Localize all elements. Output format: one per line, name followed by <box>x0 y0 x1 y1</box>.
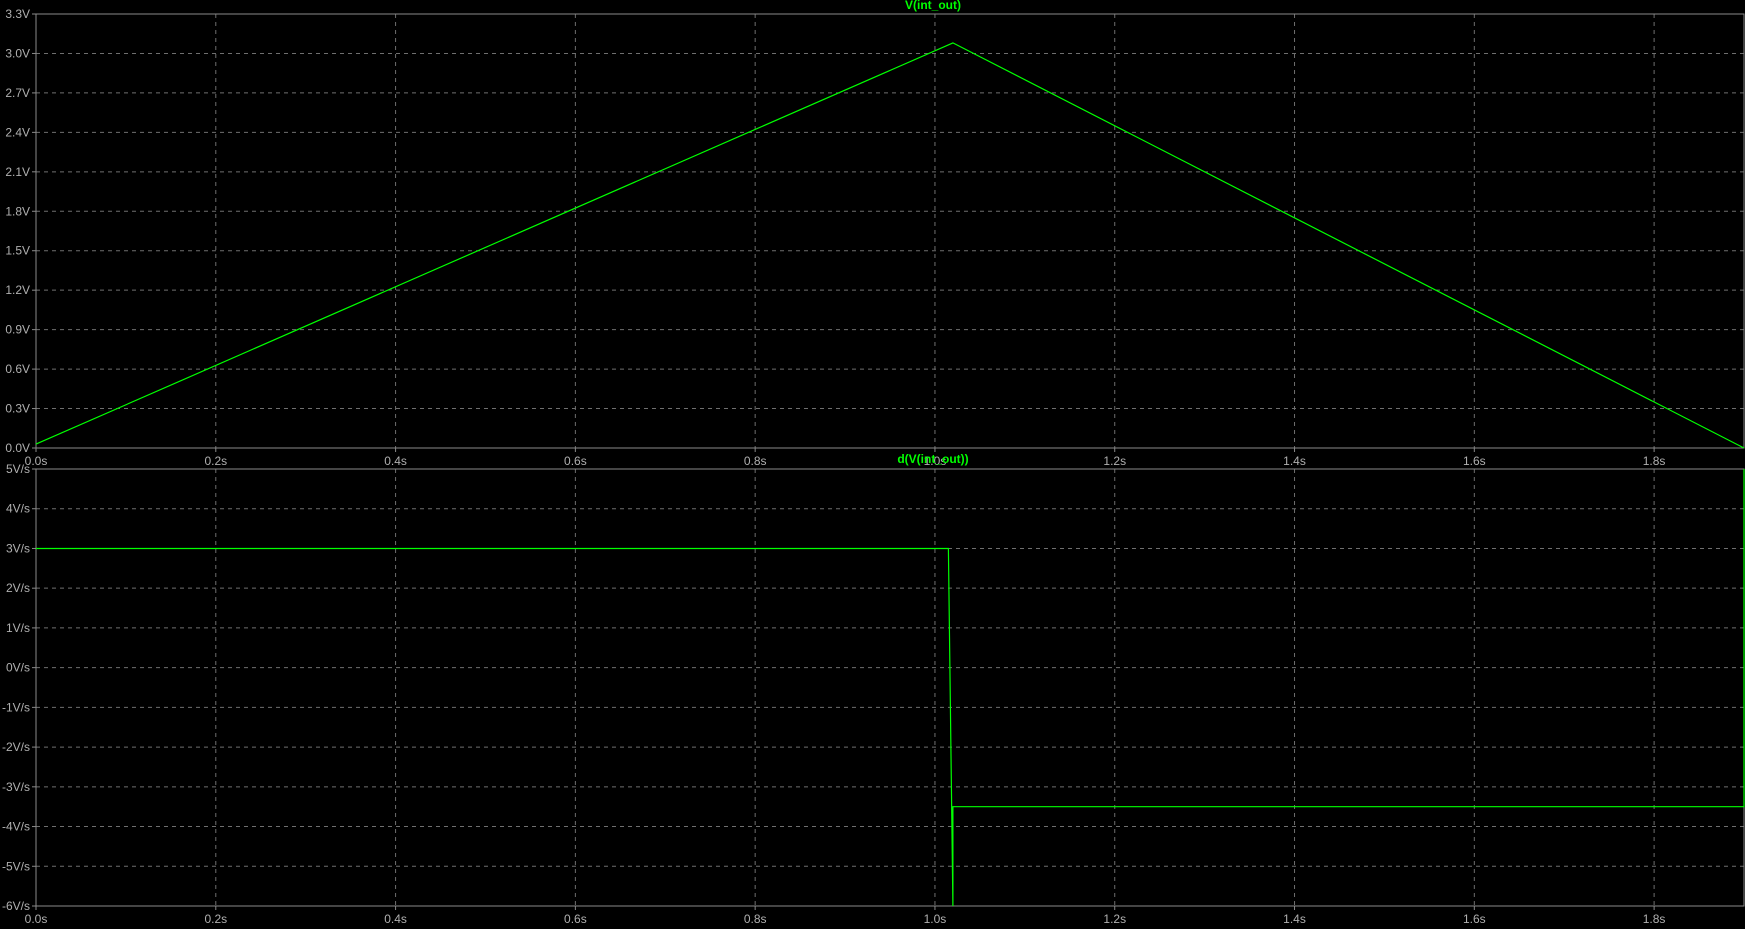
x-tick-label: 1.2s <box>1103 454 1126 468</box>
y-tick-label: 0.6V <box>5 362 30 376</box>
x-tick-label: 1.2s <box>1103 912 1126 926</box>
x-tick-label: 0.8s <box>744 454 767 468</box>
y-tick-label: 5V/s <box>6 462 30 476</box>
y-tick-label: 0V/s <box>6 661 30 675</box>
y-tick-label: 1.8V <box>5 204 30 218</box>
x-tick-label: 1.8s <box>1643 454 1666 468</box>
x-tick-label: 0.2s <box>204 454 227 468</box>
plot-frame <box>35 13 1745 449</box>
y-tick-label: 2V/s <box>6 581 30 595</box>
y-tick-label: 1.2V <box>5 283 30 297</box>
x-tick-label: 1.6s <box>1463 912 1486 926</box>
y-tick-label: 3.3V <box>5 7 30 21</box>
y-tick-label: -6V/s <box>2 899 30 913</box>
x-tick-label: 0.2s <box>204 912 227 926</box>
y-tick-label: 1V/s <box>6 621 30 635</box>
y-tick-label: 2.4V <box>5 125 30 139</box>
plot-frame <box>35 468 1745 907</box>
x-tick-label: 0.0s <box>25 912 48 926</box>
pane-title: d(V(int_out)) <box>897 452 968 466</box>
y-tick-label: 3V/s <box>6 541 30 555</box>
y-tick-label: 1.5V <box>5 244 30 258</box>
y-tick-label: -1V/s <box>2 700 30 714</box>
y-tick-label: 0.9V <box>5 323 30 337</box>
x-tick-label: 1.6s <box>1463 454 1486 468</box>
y-tick-label: 3.0V <box>5 46 30 60</box>
y-tick-label: -4V/s <box>2 820 30 834</box>
plot-root: V(int_out) 0.0V 0.3V 0.6V 0.9V 1.2V 1.5V 1.8V 2… <box>2 0 1745 926</box>
x-tick-label: 1.0s <box>924 912 947 926</box>
y-tick-label: 0.3V <box>5 402 30 416</box>
x-tick-label: 0.4s <box>384 912 407 926</box>
y-tick-label: 2.1V <box>5 165 30 179</box>
x-tick-label: 0.4s <box>384 454 407 468</box>
x-tick-label: 1.4s <box>1283 454 1306 468</box>
pane-title: V(int_out) <box>905 0 961 12</box>
y-tick-label: -2V/s <box>2 740 30 754</box>
series-line <box>35 42 1745 449</box>
y-tick-label: -3V/s <box>2 780 30 794</box>
x-tick-label: 0.6s <box>564 912 587 926</box>
series-line <box>36 469 1745 907</box>
x-tick-label: 1.8s <box>1643 912 1666 926</box>
x-tick-label: 1.4s <box>1283 912 1306 926</box>
x-tick-label: 0.8s <box>744 912 767 926</box>
y-tick-label: -5V/s <box>2 859 30 873</box>
pane-v-int-out: V(int_out) 0.0V 0.3V 0.6V 0.9V 1.2V 1.5V 1.8V 2… <box>5 0 1745 468</box>
y-tick-label: 4V/s <box>6 502 30 516</box>
pane-d-v-int-out: d(V(int_out)) -6V/s -5V/s -4V/s -3V/s -2V/s -… <box>2 452 1745 926</box>
x-tick-label: 0.6s <box>564 454 587 468</box>
y-tick-label: 2.7V <box>5 86 30 100</box>
y-tick-label: 0.0V <box>5 441 30 455</box>
